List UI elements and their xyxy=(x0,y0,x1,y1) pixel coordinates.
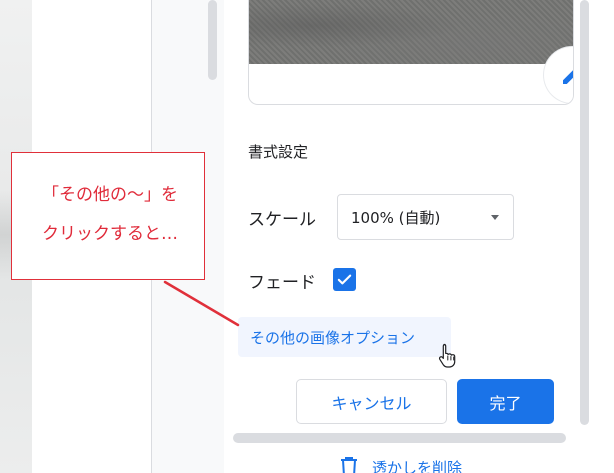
hand-pointer-icon xyxy=(438,343,456,368)
trash-icon xyxy=(341,457,357,473)
image-preview-card xyxy=(248,0,574,105)
watermark-panel: 書式設定 スケール 100% (自動) フェード その他の画像オプション キャン… xyxy=(224,0,614,473)
scale-select-value: 100% (自動) xyxy=(351,208,441,227)
formatting-heading: 書式設定 xyxy=(248,143,309,161)
panel-vertical-scrollbar[interactable] xyxy=(580,0,589,425)
scale-select[interactable]: 100% (自動) xyxy=(337,194,514,240)
annotation-callout: 「その他の〜」を クリックすると… xyxy=(11,152,205,280)
remove-watermark-label: 透かしを削除 xyxy=(372,458,463,473)
document-scrollbar[interactable] xyxy=(208,0,217,80)
remove-watermark-button[interactable]: 透かしを削除 xyxy=(340,457,462,473)
callout-line-2: クリックすると… xyxy=(42,224,178,244)
fade-checkbox[interactable] xyxy=(333,268,356,291)
fade-label: フェード xyxy=(248,273,316,293)
image-preview xyxy=(249,0,573,64)
checkmark-icon xyxy=(337,274,352,285)
panel-horizontal-scrollbar[interactable] xyxy=(233,433,566,443)
pencil-icon xyxy=(563,70,573,84)
cancel-button[interactable]: キャンセル xyxy=(296,379,447,424)
more-image-options-link[interactable]: その他の画像オプション xyxy=(238,317,451,357)
caret-down-icon xyxy=(491,215,499,220)
done-button[interactable]: 完了 xyxy=(457,379,554,424)
scale-label: スケール xyxy=(248,210,316,230)
callout-line-1: 「その他の〜」を xyxy=(42,185,178,205)
